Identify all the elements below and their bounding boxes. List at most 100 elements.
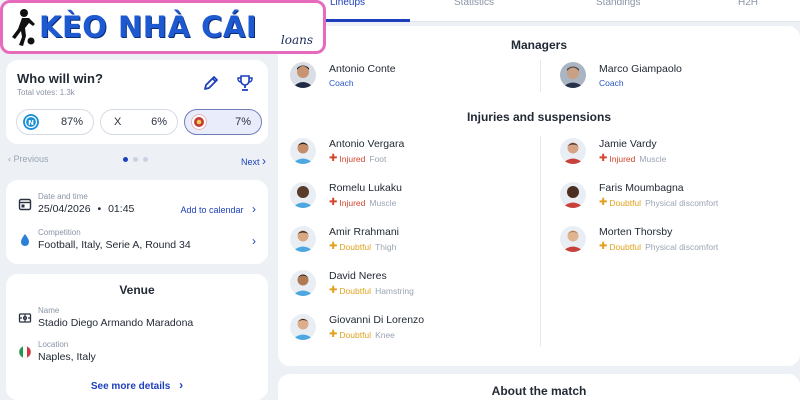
about-title: About the match (491, 384, 587, 398)
injured-player-row[interactable]: Faris Moumbagna ✚ Doubtful Physical discom… (560, 182, 718, 208)
injured-player-row[interactable]: Amir Rrahmani ✚ Doubtful Thigh (290, 226, 399, 252)
vote-pct-away: 7% (235, 116, 251, 128)
player-name: Antonio Vergara (329, 138, 405, 150)
match-details-card: Date and time 25/04/2026 • 01:45 Add to … (6, 180, 268, 264)
injury-reason: Muscle (639, 153, 667, 164)
chevron-right-icon: › (252, 234, 256, 248)
managers-title: Managers (510, 38, 568, 52)
poll-pager: ‹ Previous Next › (6, 152, 268, 168)
manager-home[interactable]: Antonio Conte Coach (290, 62, 396, 88)
pager-dot[interactable] (143, 157, 148, 162)
see-more-details-link[interactable]: See more details › (6, 378, 268, 392)
injury-reason: Muscle (369, 197, 397, 208)
injured-player-row[interactable]: Antonio Vergara ✚ Injured Foot (290, 138, 404, 164)
divider (540, 60, 541, 92)
injuries-title: Injuries and suspensions (466, 110, 612, 124)
calendar-icon (18, 198, 32, 211)
injury-status: Injured (609, 153, 636, 164)
logo-title: KÈO NHÀ CÁI (39, 10, 258, 44)
vote-option-away[interactable]: 7% (184, 109, 262, 135)
venue-location-row: Location Naples, Italy (18, 340, 256, 363)
manager-away[interactable]: Marco Giampaolo Coach (560, 62, 682, 88)
injury-reason: Knee (375, 329, 395, 340)
match-time: 01:45 (108, 203, 135, 215)
logo-subtitle: loans (280, 33, 313, 47)
poll-title: Who will win? (17, 71, 103, 86)
next-button[interactable]: Next › (241, 154, 266, 168)
add-to-calendar-label: Add to calendar (180, 205, 244, 215)
player-name: Jamie Vardy (599, 138, 657, 150)
player-avatar (290, 226, 316, 252)
venue-name-label: Name (38, 306, 60, 315)
match-tabs: Lineups Statistics Standings H2H (278, 0, 800, 22)
manager-name: Antonio Conte (329, 62, 396, 75)
match-date: 25/04/2026 (38, 203, 91, 215)
trophy-icon[interactable] (236, 74, 254, 92)
napoli-badge-icon: N (23, 114, 39, 130)
player-avatar (560, 182, 586, 208)
pager-dot[interactable] (123, 157, 128, 162)
player-avatar (290, 314, 316, 340)
player-avatar (560, 138, 586, 164)
tab-statistics[interactable]: Statistics (454, 0, 494, 8)
injury-status: Doubtful (609, 197, 642, 208)
injured-player-row[interactable]: Romelu Lukaku ✚ Injured Muscle (290, 182, 402, 208)
competition-label: Competition (38, 228, 81, 237)
injury-reason: Thigh (375, 241, 397, 252)
vote-pct-home: 87% (60, 116, 83, 128)
tab-lineups[interactable]: Lineups (330, 0, 365, 8)
injured-player-row[interactable]: David Neres ✚ Doubtful Hamstring (290, 270, 414, 296)
player-avatar (290, 182, 316, 208)
date-label: Date and time (38, 192, 88, 201)
stadium-icon (18, 313, 32, 323)
pager-dots (123, 157, 148, 162)
svg-text:N: N (28, 119, 34, 127)
football-player-icon (12, 9, 35, 46)
manager-role: Coach (329, 77, 354, 88)
pager-dot[interactable] (133, 157, 138, 162)
date-row: Date and time 25/04/2026 • 01:45 Add to … (18, 192, 256, 218)
next-label: Next (240, 157, 260, 167)
injury-reason: Hamstring (375, 285, 414, 296)
competition-row[interactable]: Competition Football, Italy, Serie A, Ro… (18, 228, 256, 251)
site-logo[interactable]: KÈO NHÀ CÁI loans (0, 0, 326, 54)
injured-player-row[interactable]: Jamie Vardy ✚ Injured Muscle (560, 138, 666, 164)
venue-title: Venue (119, 283, 155, 297)
see-more-label: See more details (90, 381, 171, 392)
injury-status: Injured (339, 197, 366, 208)
away-team-badge-icon (191, 114, 207, 130)
competition-value: Football, Italy, Serie A, Round 34 (38, 239, 191, 251)
divider (540, 136, 541, 346)
player-name: Faris Moumbagna (599, 182, 684, 194)
active-tab-indicator (318, 19, 410, 22)
venue-location-value: Naples, Italy (38, 351, 96, 363)
italy-flag-icon (18, 345, 32, 359)
about-match-card: About the match (278, 374, 800, 400)
vote-pct-draw: 6% (151, 116, 167, 128)
injury-reason: Foot (369, 153, 387, 164)
football-drop-icon (21, 234, 29, 246)
add-to-calendar-button[interactable]: Add to calendar › (181, 200, 257, 218)
tab-standings[interactable]: Standings (596, 0, 640, 8)
injured-player-row[interactable]: Morten Thorsby ✚ Doubtful Physical discomf… (560, 226, 718, 252)
player-name: Romelu Lukaku (329, 182, 402, 194)
previous-label: Previous (13, 154, 49, 164)
player-name: Amir Rrahmani (329, 226, 400, 238)
player-avatar (290, 138, 316, 164)
manager-avatar (290, 62, 316, 88)
vote-option-home[interactable]: N 87% (16, 109, 94, 135)
player-name: Morten Thorsby (599, 226, 673, 238)
manager-role: Coach (599, 77, 624, 88)
poll-total-votes: Total votes: 1.3k (17, 88, 75, 97)
injury-status: Doubtful (339, 241, 372, 252)
tab-h2h[interactable]: H2H (738, 0, 758, 8)
player-avatar (290, 270, 316, 296)
venue-location-label: Location (38, 340, 69, 349)
previous-button[interactable]: ‹ Previous (8, 154, 49, 164)
venue-name-row: Name Stadio Diego Armando Maradona (18, 306, 256, 329)
player-name: Giovanni Di Lorenzo (329, 314, 425, 326)
injured-player-row[interactable]: Giovanni Di Lorenzo ✚ Doubtful Knee (290, 314, 424, 340)
vote-option-draw[interactable]: X 6% (100, 109, 178, 135)
venue-name-value: Stadio Diego Armando Maradona (38, 317, 194, 329)
edit-pencil-icon[interactable] (202, 74, 220, 92)
